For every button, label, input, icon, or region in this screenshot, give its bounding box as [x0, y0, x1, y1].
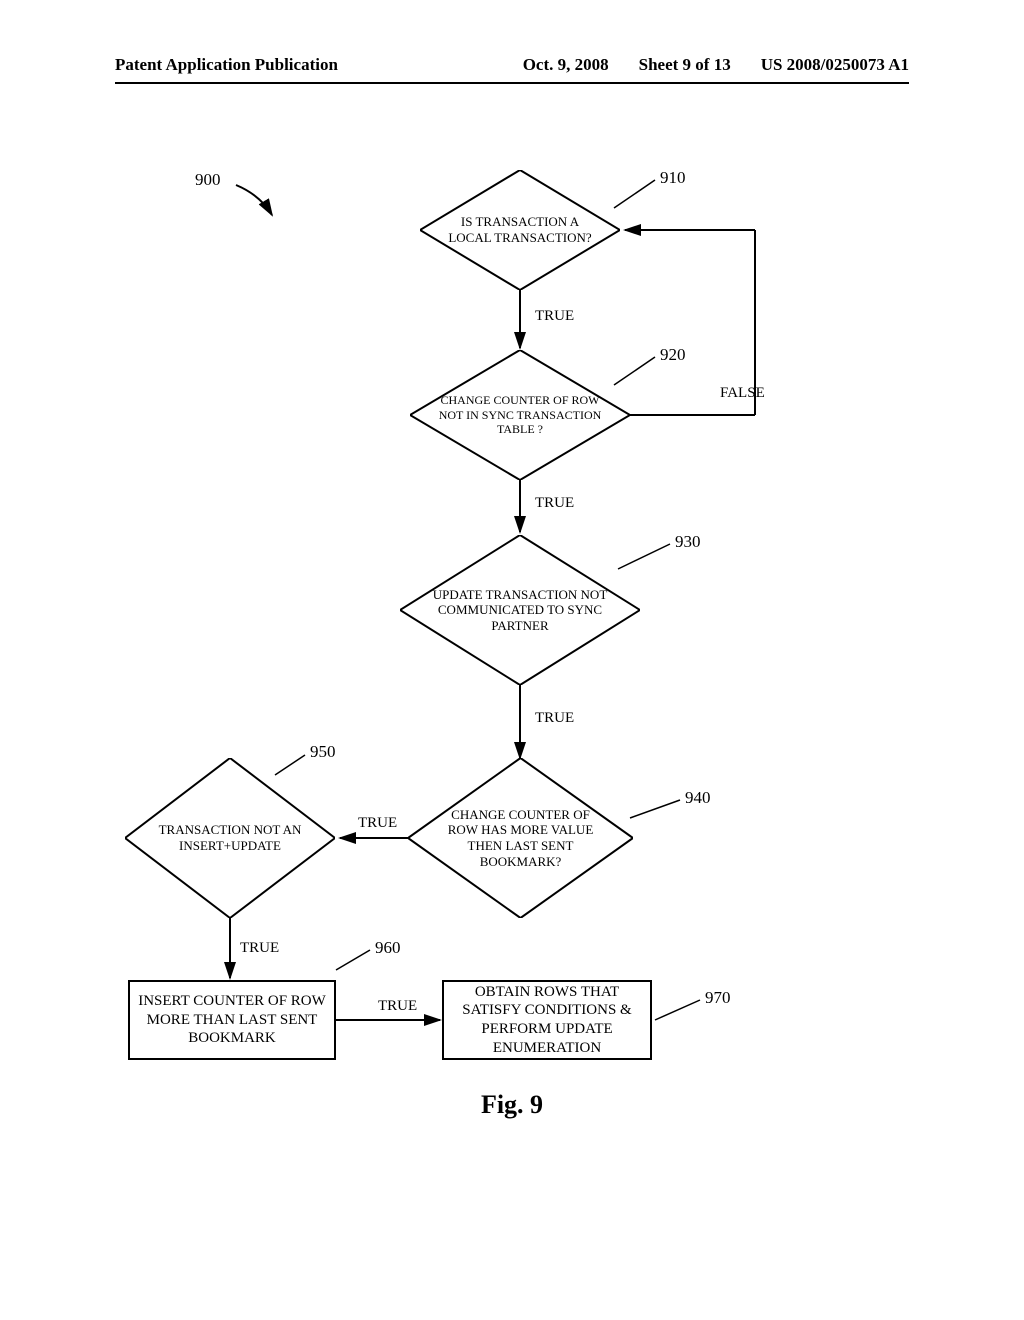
ref-920: 920	[660, 345, 686, 365]
ref-910: 910	[660, 168, 686, 188]
header-right: Oct. 9, 2008 Sheet 9 of 13 US 2008/02500…	[523, 55, 909, 75]
ref-930: 930	[675, 532, 701, 552]
ref-970: 970	[705, 988, 731, 1008]
decision-920-text: CHANGE COUNTER OF ROW NOT IN SYNC TRANSA…	[410, 350, 630, 480]
edge-920-false: FALSE	[720, 385, 765, 402]
ref-940: 940	[685, 788, 711, 808]
edge-930-true: TRUE	[535, 710, 574, 727]
ref-960: 960	[375, 938, 401, 958]
edge-950-true: TRUE	[240, 940, 279, 957]
figure-caption: Fig. 9	[0, 1090, 1024, 1120]
decision-950-text: TRANSACTION NOT AN INSERT+UPDATE	[125, 758, 335, 918]
header-date: Oct. 9, 2008	[523, 55, 609, 75]
edge-910-true: TRUE	[535, 308, 574, 325]
decision-930-text: UPDATE TRANSACTION NOT COMMUNICATED TO S…	[400, 535, 640, 685]
page-header: Patent Application Publication Oct. 9, 2…	[0, 55, 1024, 75]
decision-910-text: IS TRANSACTION A LOCAL TRANSACTION?	[420, 170, 620, 290]
decision-940-text: CHANGE COUNTER OF ROW HAS MORE VALUE THE…	[408, 758, 633, 918]
process-960-text: INSERT COUNTER OF ROW MORE THAN LAST SEN…	[130, 992, 334, 1048]
edge-960-true: TRUE	[378, 998, 417, 1015]
process-970-text: OBTAIN ROWS THAT SATISFY CONDITIONS & PE…	[444, 983, 650, 1058]
ref-950: 950	[310, 742, 336, 762]
edge-940-true: TRUE	[358, 815, 397, 832]
header-sheet: Sheet 9 of 13	[639, 55, 731, 75]
header-pubnum: US 2008/0250073 A1	[761, 55, 909, 75]
process-970: OBTAIN ROWS THAT SATISFY CONDITIONS & PE…	[442, 980, 652, 1060]
header-rule	[115, 82, 909, 84]
header-left: Patent Application Publication	[115, 55, 338, 75]
ref-900: 900	[195, 170, 221, 190]
process-960: INSERT COUNTER OF ROW MORE THAN LAST SEN…	[128, 980, 336, 1060]
flowchart: 900 IS TRANSACTION A LOCAL TRANSACTION? …	[0, 160, 1024, 1180]
edge-920-true: TRUE	[535, 495, 574, 512]
